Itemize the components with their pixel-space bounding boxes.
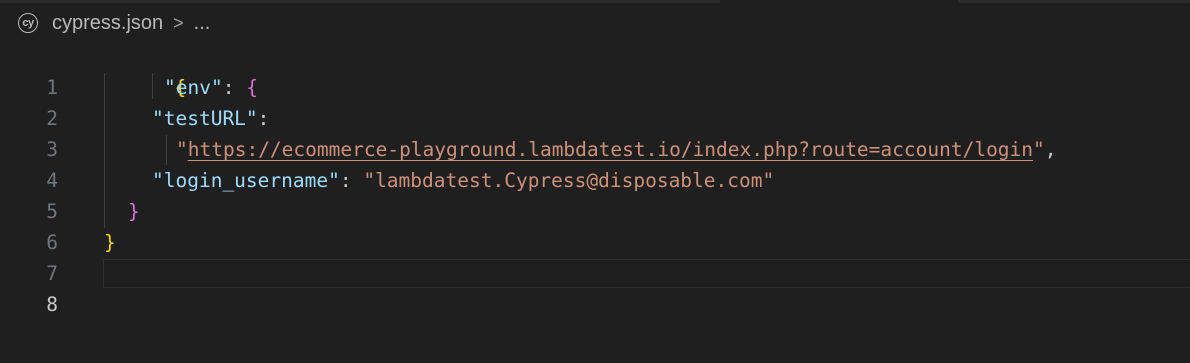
line-content: }: [104, 227, 116, 258]
json-key: "login_username": [152, 169, 340, 192]
string-quote: ": [1033, 138, 1045, 161]
tab-bar-border: [0, 0, 720, 3]
env-close-brace: }: [128, 200, 140, 223]
json-string: "lambdatest.Cypress@disposable.com": [363, 169, 775, 192]
code-line[interactable]: 5 "login_username": "lambdatest.Cypress@…: [0, 165, 1190, 223]
breadcrumb-symbols[interactable]: ...: [194, 12, 211, 35]
code-line[interactable]: 1 {: [0, 41, 1190, 99]
breadcrumb: cy cypress.json > ...: [18, 9, 210, 37]
line-content: }: [128, 196, 140, 227]
line-content: "testURL":: [152, 103, 269, 134]
json-colon: :: [339, 169, 364, 192]
line-content: "env": {: [164, 72, 258, 103]
code-line-active[interactable]: 8: [0, 258, 1190, 316]
code-line[interactable]: 3 "testURL":: [0, 103, 1190, 161]
json-key: "env": [164, 76, 223, 99]
chevron-right-icon: >: [173, 12, 184, 33]
line-content: "login_username": "lambdatest.Cypress@di…: [152, 165, 774, 196]
code-line[interactable]: 4 "https://ecommerce-playground.lambdate…: [0, 134, 1190, 192]
code-line[interactable]: 7 }: [0, 227, 1190, 285]
tab-bar-border: [958, 0, 1190, 3]
json-key: "testURL": [152, 107, 258, 130]
string-quote: ": [176, 138, 188, 161]
url-link[interactable]: https://ecommerce-playground.lambdatest.…: [188, 138, 1033, 161]
json-colon: :: [222, 76, 247, 99]
code-editor[interactable]: cy cypress.json > ... 1 { 2 "env": { 3 "…: [0, 0, 1190, 363]
env-open-brace: {: [246, 76, 258, 99]
close-brace: }: [104, 231, 116, 254]
code-line[interactable]: 6 }: [0, 196, 1190, 254]
json-comma: ,: [1044, 138, 1057, 161]
breadcrumb-file[interactable]: cypress.json: [52, 12, 163, 35]
cypress-icon: cy: [18, 13, 38, 33]
line-number: 8: [46, 293, 58, 316]
line-content: "https://ecommerce-playground.lambdatest…: [176, 134, 1057, 165]
code-line[interactable]: 2 "env": {: [0, 72, 1190, 130]
json-colon: :: [257, 107, 270, 130]
